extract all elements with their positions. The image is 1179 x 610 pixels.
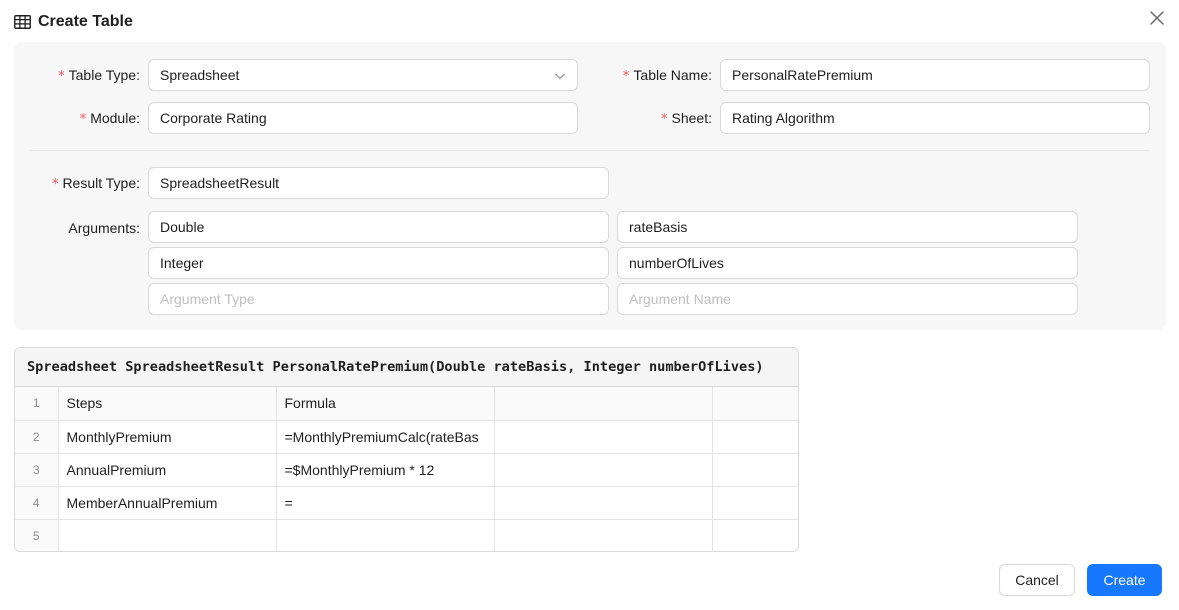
- grid-cell[interactable]: [712, 486, 798, 520]
- argument-name-input[interactable]: [617, 247, 1078, 279]
- grid-cell[interactable]: Formula: [276, 387, 495, 421]
- cancel-button[interactable]: Cancel: [999, 564, 1075, 596]
- argument-name-input[interactable]: [617, 211, 1078, 243]
- required-mark: *: [79, 112, 87, 127]
- required-mark: *: [622, 69, 630, 84]
- spreadsheet-preview: Spreadsheet SpreadsheetResult PersonalRa…: [14, 347, 799, 552]
- grid-cell[interactable]: [494, 486, 713, 520]
- grid-cell[interactable]: [494, 519, 713, 551]
- close-icon[interactable]: [1148, 9, 1166, 27]
- grid-cell[interactable]: [276, 519, 495, 551]
- required-mark: *: [661, 112, 668, 127]
- table-signature: Spreadsheet SpreadsheetResult PersonalRa…: [15, 348, 798, 387]
- table-type-select[interactable]: Spreadsheet: [148, 59, 578, 91]
- grid-cell[interactable]: MonthlyPremium: [58, 420, 277, 454]
- argument-name-input[interactable]: [617, 283, 1078, 315]
- argument-type-input[interactable]: [148, 211, 609, 243]
- grid-cell[interactable]: [494, 387, 713, 421]
- grid-cell[interactable]: MemberAnnualPremium: [58, 486, 277, 520]
- table-type-value: Spreadsheet: [160, 67, 240, 83]
- table-row: 3 AnnualPremium =$MonthlyPremium * 12: [15, 453, 798, 487]
- required-mark: *: [51, 177, 59, 192]
- grid-cell[interactable]: =: [276, 486, 495, 520]
- row-number: 2: [15, 420, 59, 454]
- required-mark: *: [58, 69, 65, 84]
- result-type-label: * Result Type:: [51, 175, 140, 192]
- table-row: 5: [15, 519, 798, 551]
- row-number: 1: [15, 387, 59, 421]
- sheet-input[interactable]: [720, 102, 1150, 134]
- table-icon: [14, 15, 31, 29]
- dialog-header: Create Table: [14, 12, 133, 32]
- grid-cell[interactable]: [712, 420, 798, 454]
- table-name-label: * Table Name:: [622, 67, 712, 84]
- grid-cell[interactable]: [494, 453, 713, 487]
- grid-cell[interactable]: =$MonthlyPremium * 12: [276, 453, 495, 487]
- argument-type-input[interactable]: [148, 247, 609, 279]
- grid-cell[interactable]: [58, 519, 277, 551]
- module-label: * Module:: [79, 110, 140, 127]
- grid-cell[interactable]: [712, 453, 798, 487]
- arguments-label: Arguments:: [68, 220, 140, 236]
- table-row: 2 MonthlyPremium =MonthlyPremiumCalc(rat…: [15, 420, 798, 454]
- table-row: 4 MemberAnnualPremium =: [15, 486, 798, 520]
- grid-cell[interactable]: [712, 519, 798, 551]
- grid-cell[interactable]: [712, 387, 798, 421]
- row-number: 5: [15, 519, 59, 551]
- result-type-input[interactable]: [148, 167, 609, 199]
- grid-cell[interactable]: Steps: [58, 387, 277, 421]
- row-number: 3: [15, 453, 59, 487]
- grid-cell[interactable]: =MonthlyPremiumCalc(rateBas: [276, 420, 495, 454]
- row-number: 4: [15, 486, 59, 520]
- form-divider: [30, 150, 1150, 151]
- table-name-input[interactable]: [720, 59, 1150, 91]
- module-input[interactable]: [148, 102, 578, 134]
- sheet-label: * Sheet:: [661, 110, 712, 127]
- table-row: 1 Steps Formula: [15, 387, 798, 421]
- table-type-label: * Table Type:: [58, 67, 140, 84]
- dialog-title: Create Table: [38, 13, 133, 30]
- grid-cell[interactable]: AnnualPremium: [58, 453, 277, 487]
- table-form: *Table Type: Spreadsheet *Table Name: *M…: [14, 42, 1166, 330]
- argument-type-input[interactable]: [148, 283, 609, 315]
- grid-cell[interactable]: [494, 420, 713, 454]
- spreadsheet-grid: 1 Steps Formula 2 MonthlyPremium =Monthl…: [15, 387, 798, 551]
- create-button[interactable]: Create: [1087, 564, 1162, 596]
- chevron-down-icon: [554, 69, 566, 81]
